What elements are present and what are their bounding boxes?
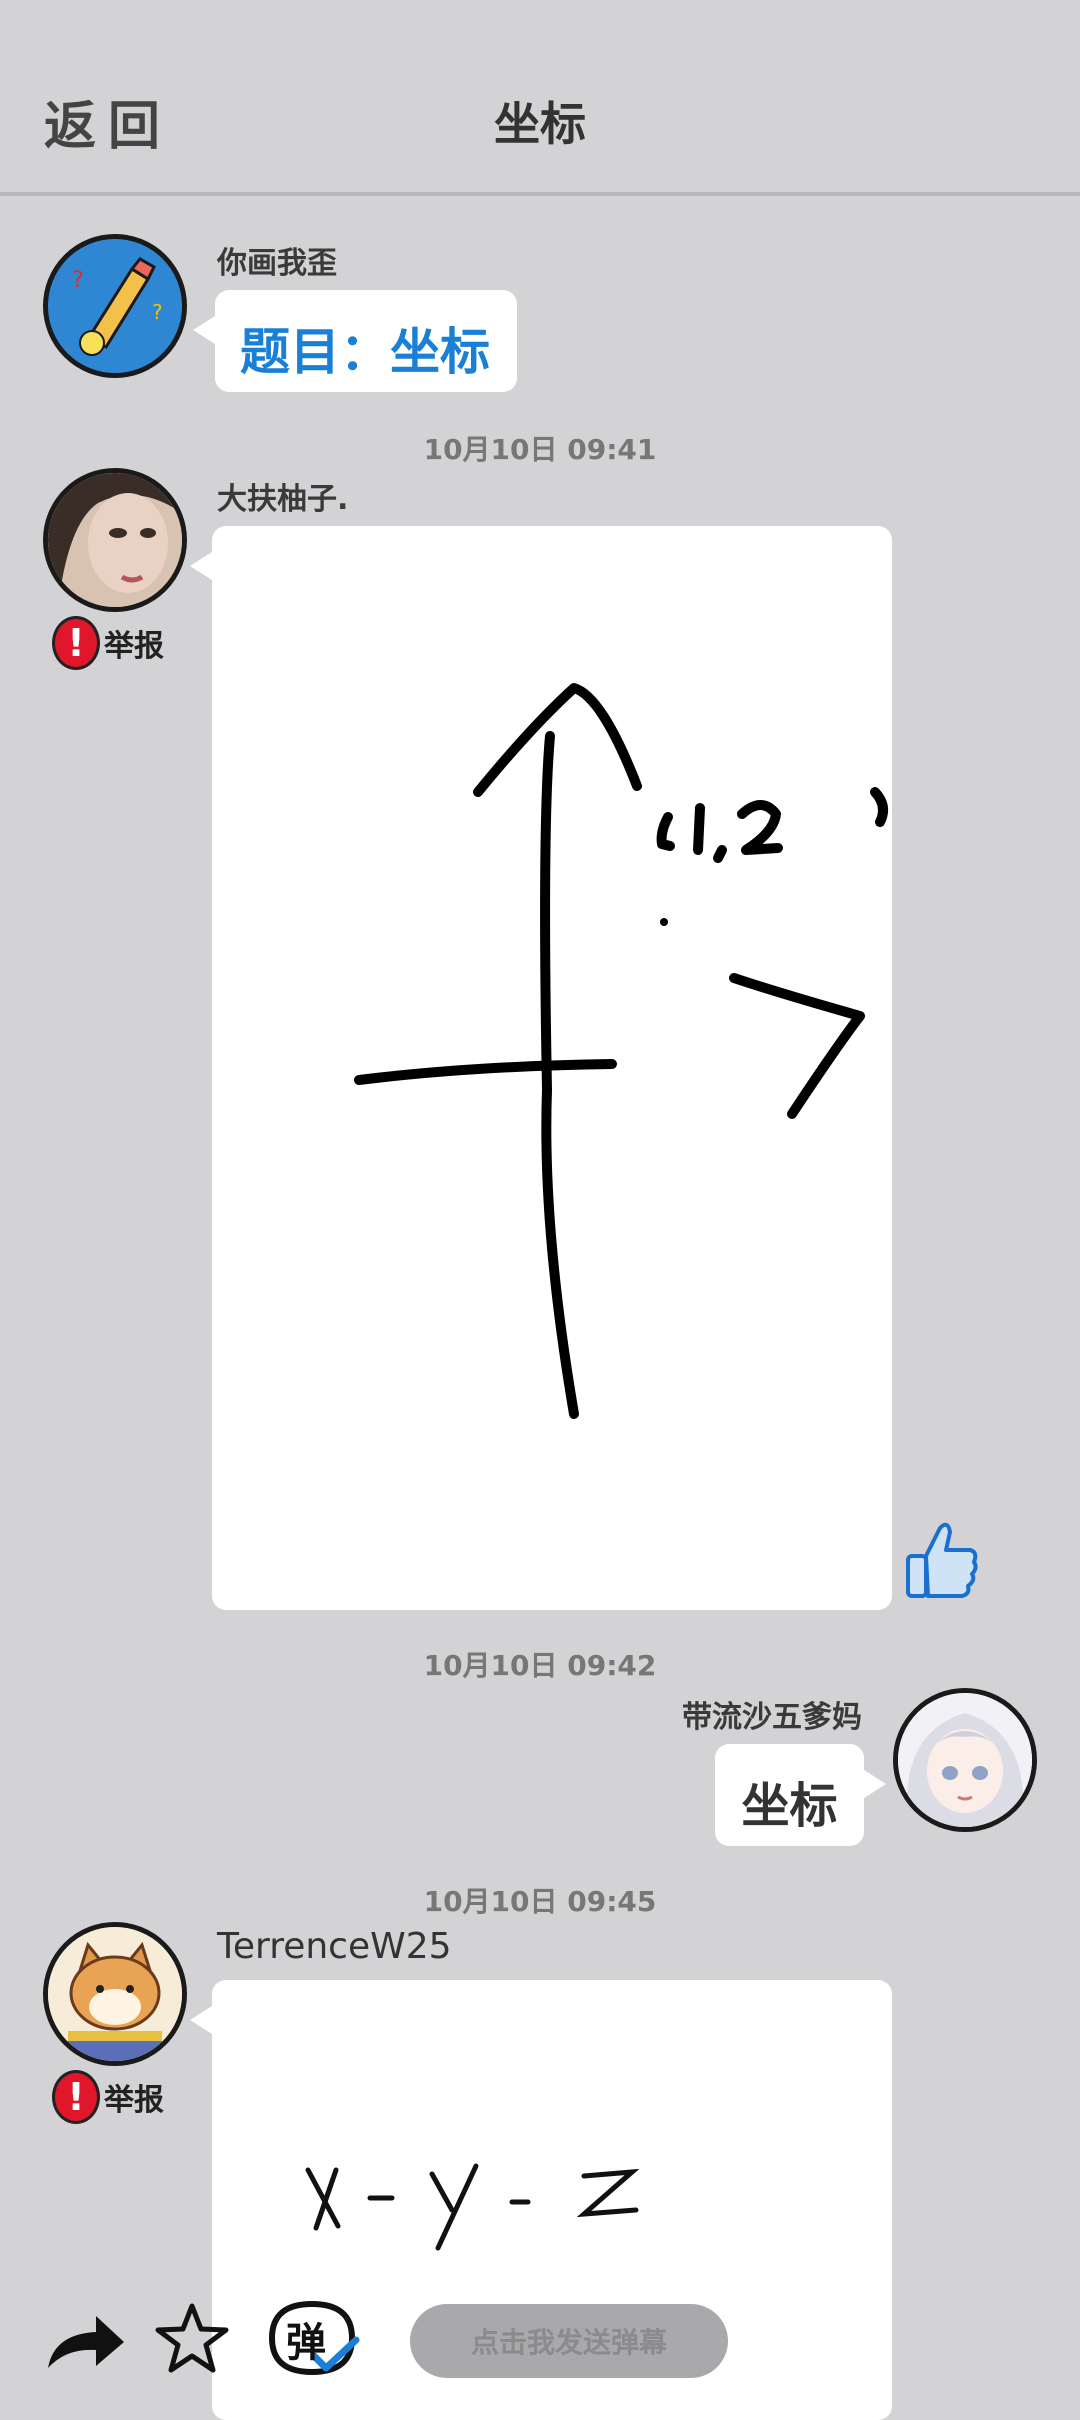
timestamp: 10月10日 09:41: [423, 433, 657, 466]
user-avatar[interactable]: [893, 1688, 1037, 1832]
send-danmaku-button[interactable]: 点击我发送弹幕: [410, 2304, 728, 2378]
report-button[interactable]: ! 举报: [52, 2070, 164, 2124]
user-avatar[interactable]: [43, 468, 187, 612]
favorite-button[interactable]: [154, 2300, 230, 2380]
report-button[interactable]: ! 举报: [52, 616, 164, 670]
report-alert-icon: !: [52, 616, 100, 670]
report-label: 举报: [104, 629, 164, 664]
page-title: 坐标: [494, 97, 586, 151]
pencil-mascot-icon: ? ?: [48, 239, 182, 373]
danmaku-toggle[interactable]: 弹: [262, 2296, 362, 2380]
sender-name: 大扶柚子.: [217, 482, 349, 517]
sender-name: 你画我歪: [217, 246, 337, 281]
drawing-bubble[interactable]: [190, 526, 892, 1610]
coordinate-axes-drawing: [354, 683, 889, 1419]
message-text: 坐标: [741, 1778, 838, 1834]
danmaku-char: 弹: [286, 2320, 326, 2366]
portrait-avatar-icon: [48, 473, 182, 607]
message-bubble: 坐标: [715, 1744, 886, 1846]
system-avatar[interactable]: ? ?: [43, 234, 187, 378]
star-icon: [155, 2303, 229, 2373]
thumbs-up-icon: [906, 1522, 978, 1598]
share-arrow-icon: [48, 2316, 124, 2368]
like-button[interactable]: [904, 1516, 980, 1604]
svg-text:?: ?: [72, 268, 84, 293]
topic-text: 题目：坐标: [240, 323, 490, 381]
share-button[interactable]: [44, 2308, 126, 2376]
timestamp: 10月10日 09:42: [423, 1649, 657, 1682]
sender-name: TerrenceW25: [217, 1926, 452, 1967]
report-label: 举报: [104, 2083, 164, 2118]
anime-girl-avatar-icon: [898, 1693, 1032, 1827]
svg-text:?: ?: [152, 300, 163, 324]
report-alert-icon: !: [52, 2070, 100, 2124]
sender-name: 带流沙五爹妈: [682, 1700, 862, 1735]
user-avatar[interactable]: [43, 1922, 187, 2066]
shiba-dog-avatar-icon: [48, 1927, 182, 2061]
message-bubble: 题目：坐标: [193, 290, 517, 392]
timestamp: 10月10日 09:45: [423, 1885, 657, 1918]
